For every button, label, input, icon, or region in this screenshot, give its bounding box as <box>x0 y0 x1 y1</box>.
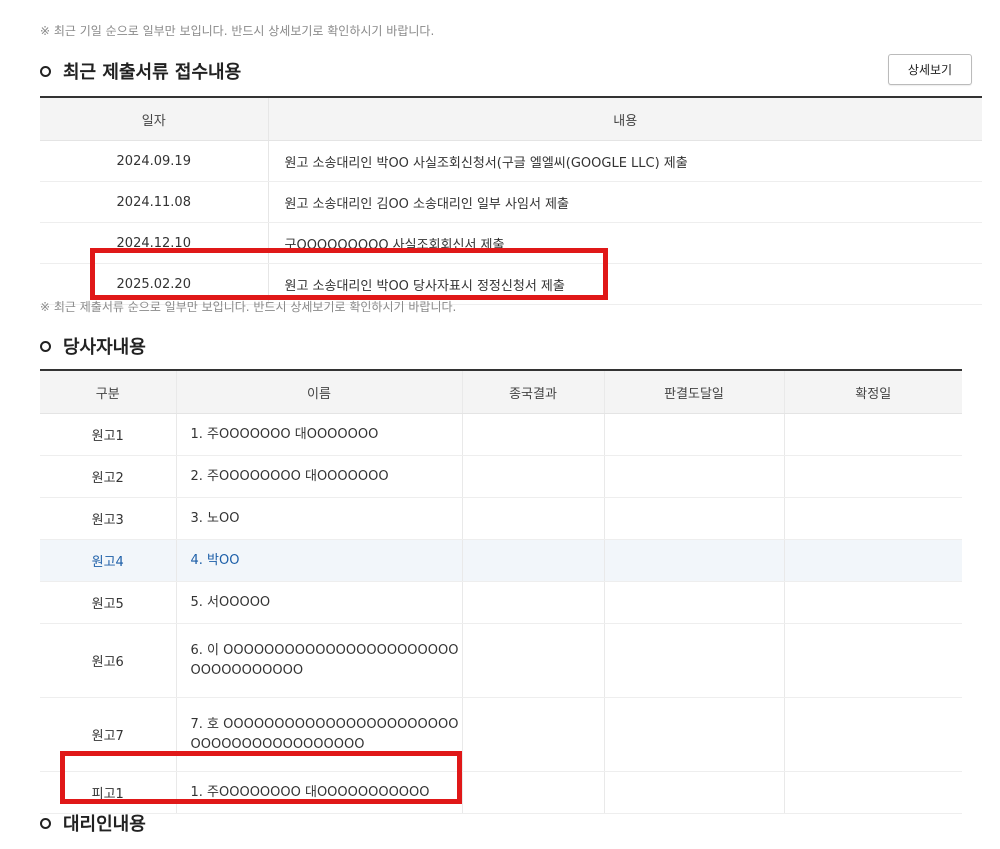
party-category: 원고3 <box>40 497 177 540</box>
col-header-date: 일자 <box>40 97 269 141</box>
party-category: 원고6 <box>40 623 177 698</box>
bullet-icon <box>40 340 51 352</box>
col-header-name: 이름 <box>176 370 463 414</box>
party-finalized-date <box>784 497 962 540</box>
table-row-selected[interactable]: 원고4 4. 박OO <box>40 539 962 582</box>
top-notice: ※ 최근 기일 순으로 일부만 보입니다. 반드시 상세보기로 확인하시기 바랍… <box>40 24 435 38</box>
party-category: 원고2 <box>40 455 177 498</box>
party-name: 2. 주OOOOOOOO 대OOOOOOO <box>176 455 463 498</box>
submission-date: 2024.11.08 <box>40 181 269 223</box>
party-result <box>462 413 605 456</box>
table-row[interactable]: 2024.11.08 원고 소송대리인 김OO 소송대리인 일부 사임서 제출 <box>40 181 982 223</box>
party-service-date <box>604 771 785 814</box>
party-result <box>462 697 605 772</box>
party-finalized-date <box>784 413 962 456</box>
party-name: 5. 서OOOOO <box>176 581 463 624</box>
party-finalized-date <box>784 455 962 498</box>
parties-section-title: 당사자내용 <box>40 333 146 359</box>
party-finalized-date <box>784 623 962 698</box>
bullet-icon <box>40 817 51 829</box>
table-row[interactable]: 2024.09.19 원고 소송대리인 박OO 사실조회신청서(구글 엘엘씨(G… <box>40 140 982 182</box>
agents-section-title: 대리인내용 <box>40 810 146 836</box>
col-header-result: 종국결과 <box>462 370 605 414</box>
submission-content: 원고 소송대리인 박OO 사실조회신청서(구글 엘엘씨(GOOGLE LLC) … <box>268 140 982 182</box>
parties-title-text: 당사자내용 <box>63 337 146 358</box>
annotation-highlight-box <box>90 248 608 300</box>
table-row[interactable]: 원고3 3. 노OO <box>40 497 962 540</box>
table-row[interactable]: 원고6 6. 이 OOOOOOOOOOOOOOOOOOOOOOOOOOOOOOO… <box>40 623 962 698</box>
col-header-service-date: 판결도달일 <box>604 370 785 414</box>
party-finalized-date <box>784 581 962 624</box>
submissions-section-title: 최근 제출서류 접수내용 <box>40 58 241 84</box>
table-row[interactable]: 원고1 1. 주OOOOOOO 대OOOOOOO <box>40 413 962 456</box>
party-result <box>462 771 605 814</box>
bullet-icon <box>40 65 51 77</box>
table-row[interactable]: 원고2 2. 주OOOOOOOO 대OOOOOOO <box>40 455 962 498</box>
party-finalized-date <box>784 771 962 814</box>
agents-title-text: 대리인내용 <box>63 814 146 835</box>
party-result <box>462 455 605 498</box>
party-category: 원고1 <box>40 413 177 456</box>
submissions-title-text: 최근 제출서류 접수내용 <box>63 62 242 83</box>
party-service-date <box>604 623 785 698</box>
party-service-date <box>604 497 785 540</box>
parties-table: 구분 이름 종국결과 판결도달일 확정일 원고1 1. 주OOOOOOO 대OO… <box>40 369 962 814</box>
party-category: 원고4 <box>40 539 177 582</box>
table-header-row: 구분 이름 종국결과 판결도달일 확정일 <box>40 370 962 414</box>
table-header-row: 일자 내용 <box>40 97 982 141</box>
submissions-notice: ※ 최근 제출서류 순으로 일부만 보입니다. 반드시 상세보기로 확인하시기 … <box>40 300 457 314</box>
col-header-content: 내용 <box>268 97 982 141</box>
party-finalized-date <box>784 539 962 582</box>
annotation-highlight-box <box>60 751 462 804</box>
party-service-date <box>604 413 785 456</box>
party-name: 4. 박OO <box>176 539 463 582</box>
submission-date: 2024.09.19 <box>40 140 269 182</box>
party-result <box>462 623 605 698</box>
party-category: 원고5 <box>40 581 177 624</box>
col-header-finalized-date: 확정일 <box>784 370 962 414</box>
party-service-date <box>604 539 785 582</box>
party-service-date <box>604 455 785 498</box>
party-result <box>462 497 605 540</box>
submission-content: 원고 소송대리인 김OO 소송대리인 일부 사임서 제출 <box>268 181 982 223</box>
col-header-category: 구분 <box>40 370 177 414</box>
detail-view-button[interactable]: 상세보기 <box>888 54 972 85</box>
table-row[interactable]: 원고5 5. 서OOOOO <box>40 581 962 624</box>
party-name: 1. 주OOOOOOO 대OOOOOOO <box>176 413 463 456</box>
party-service-date <box>604 697 785 772</box>
party-name: 3. 노OO <box>176 497 463 540</box>
party-name: 6. 이 OOOOOOOOOOOOOOOOOOOOOOOOOOOOOOOOOO <box>176 623 463 698</box>
party-finalized-date <box>784 697 962 772</box>
party-result <box>462 581 605 624</box>
party-service-date <box>604 581 785 624</box>
party-result <box>462 539 605 582</box>
